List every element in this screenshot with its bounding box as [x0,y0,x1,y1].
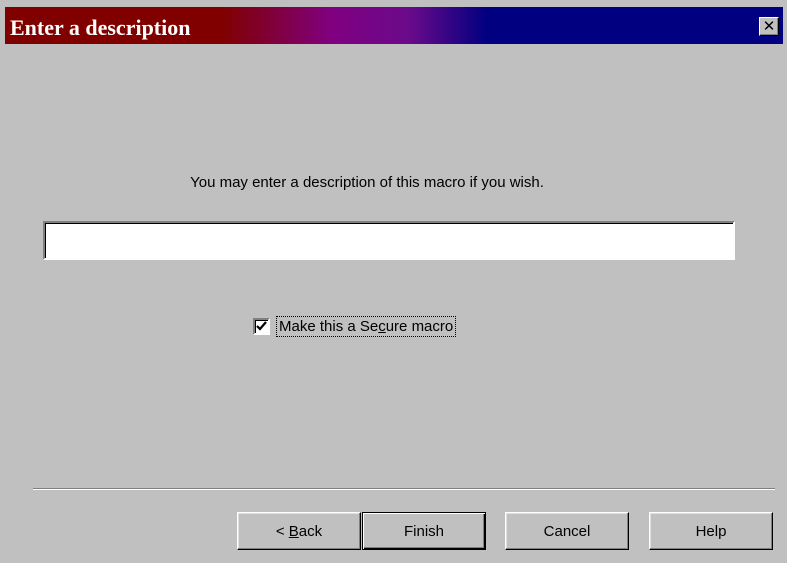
cancel-button[interactable]: Cancel [505,512,629,550]
help-button[interactable]: Help [649,512,773,550]
description-prompt: You may enter a description of this macr… [190,174,544,191]
description-input[interactable] [43,221,735,260]
close-button[interactable]: ✕ [759,17,779,36]
window-title: Enter a description [10,15,191,40]
title-bar[interactable]: Enter a description ✕ [5,7,783,44]
secure-macro-label: Make this a Secure macro [276,315,457,337]
back-button[interactable]: < Back [237,512,361,550]
checkmark-icon [256,321,267,331]
finish-button[interactable]: Finish [362,512,486,550]
secure-macro-checkbox[interactable] [253,317,270,335]
close-icon: ✕ [762,17,776,35]
separator-line [33,488,775,490]
dialog-window: Enter a description ✕ You may enter a de… [0,0,787,563]
secure-macro-option[interactable]: Make this a Secure macro [253,315,457,337]
